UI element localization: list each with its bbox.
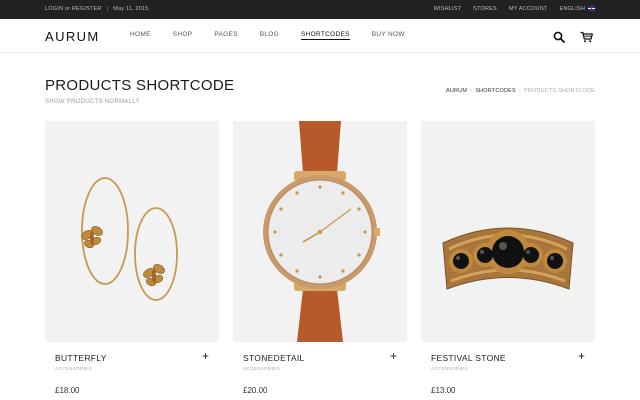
product-category[interactable]: ACCESSORIES [243, 367, 280, 372]
page-subtitle: SHOW PRODUCTS NORMALLY [45, 99, 140, 105]
login-register-link[interactable]: LOGIN or REGISTER [45, 6, 102, 12]
earrings-illustration [81, 177, 178, 301]
product-card: FESTIVAL STONE + ACCESSORIES £13.00 [421, 121, 595, 395]
uk-flag-icon [588, 6, 595, 11]
product-image-leather-watch[interactable] [233, 121, 407, 342]
product-price: £13.00 [431, 386, 456, 395]
breadcrumb-separator: › [518, 88, 521, 94]
nav-blog[interactable]: BLOG [260, 31, 279, 40]
product-category[interactable]: ACCESSORIES [55, 367, 92, 372]
watch-illustration [263, 121, 380, 342]
breadcrumb-separator: › [470, 88, 473, 94]
language-selector[interactable]: ENGLISH [559, 6, 595, 12]
page-title: PRODUCTS SHORTCODE [45, 77, 235, 94]
breadcrumb-shortcodes[interactable]: SHORTCODES [475, 88, 516, 94]
breadcrumb-current: PRODUCTS SHORTCODE [523, 88, 595, 94]
main-header: AURUM HOME SHOP PAGES BLOG SHORTCODES BU… [0, 19, 640, 53]
stores-link[interactable]: STORES [473, 6, 497, 12]
top-bar: LOGIN or REGISTER | May 11, 2015 WISHLIS… [0, 0, 640, 19]
product-image-jeweled-cuff-bracelet[interactable] [421, 121, 595, 342]
product-card: BUTTERFLY + ACCESSORIES £18.00 [45, 121, 219, 395]
add-to-cart-icon[interactable]: + [390, 350, 397, 362]
product-category[interactable]: ACCESSORIES [431, 367, 468, 372]
my-account-link[interactable]: MY ACCOUNT [509, 6, 548, 12]
top-bar-right: WISHLIST STORES MY ACCOUNT ENGLISH [422, 6, 595, 12]
nav-buy-now[interactable]: BUY NOW [372, 31, 405, 40]
main-nav: HOME SHOP PAGES BLOG SHORTCODES BUY NOW [130, 31, 427, 40]
product-name[interactable]: STONEDETAIL [243, 353, 305, 363]
nav-shortcodes[interactable]: SHORTCODES [301, 31, 350, 40]
product-price: £18.00 [55, 386, 80, 395]
nav-shop[interactable]: SHOP [173, 31, 193, 40]
cart-icon[interactable] [580, 31, 593, 43]
product-card: STONEDETAIL + ACCESSORIES £20.00 [233, 121, 407, 395]
product-name[interactable]: FESTIVAL STONE [431, 353, 506, 363]
search-icon[interactable] [553, 31, 565, 43]
logo[interactable]: AURUM [45, 29, 100, 44]
bracelet-illustration [442, 227, 574, 290]
add-to-cart-icon[interactable]: + [578, 350, 585, 362]
top-bar-left: LOGIN or REGISTER | May 11, 2015 [45, 6, 149, 12]
divider: | [106, 6, 109, 12]
language-label: ENGLISH [559, 6, 585, 12]
breadcrumb-home[interactable]: AURUM [446, 88, 467, 94]
wishlist-link[interactable]: WISHLIST [434, 6, 462, 12]
nav-home[interactable]: HOME [130, 31, 151, 40]
nav-pages[interactable]: PAGES [214, 31, 237, 40]
product-price: £20.00 [243, 386, 268, 395]
product-image-butterfly-earrings[interactable] [45, 121, 219, 342]
add-to-cart-icon[interactable]: + [202, 350, 209, 362]
current-date: May 11, 2015 [113, 6, 149, 12]
product-name[interactable]: BUTTERFLY [55, 353, 107, 363]
breadcrumb: AURUM › SHORTCODES › PRODUCTS SHORTCODE [446, 88, 595, 94]
